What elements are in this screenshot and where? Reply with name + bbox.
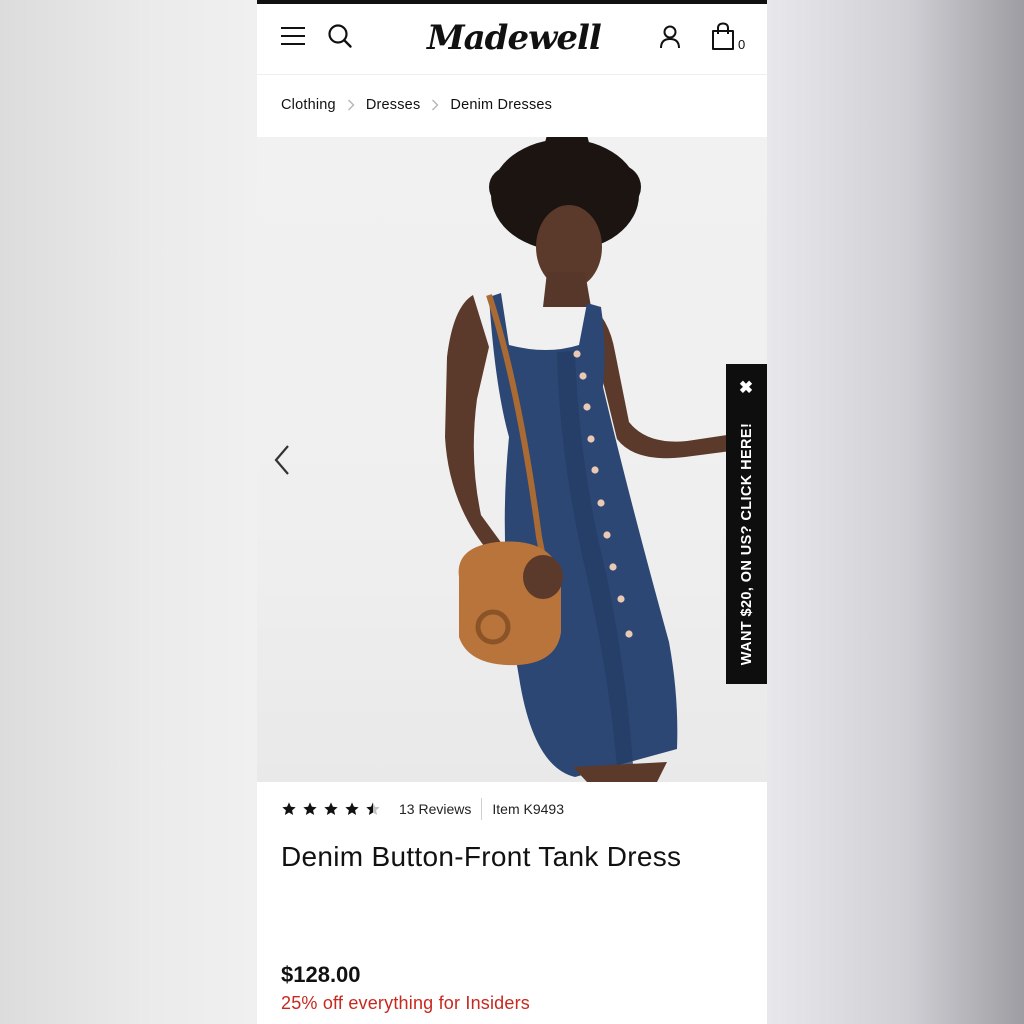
madewell-logo[interactable]: Madewell xyxy=(427,16,602,60)
account-icon[interactable] xyxy=(657,24,683,50)
star-icon xyxy=(345,802,359,815)
chevron-left-icon[interactable] xyxy=(269,440,295,480)
item-number: Item K9493 xyxy=(492,801,564,817)
search-icon[interactable] xyxy=(327,23,353,49)
product-price: $128.00 xyxy=(281,962,361,987)
phone-screen: Madewell 0 Clothing Dresses Denim Dresse… xyxy=(257,0,767,1024)
shopping-bag-icon[interactable] xyxy=(709,22,737,52)
star-icon xyxy=(324,802,338,815)
background-left xyxy=(0,0,257,1024)
close-icon[interactable]: ✖ xyxy=(736,378,756,398)
breadcrumb-item-clothing[interactable]: Clothing xyxy=(281,97,336,113)
insider-promo-text[interactable]: 25% off everything for Insiders xyxy=(281,993,530,1014)
product-photo xyxy=(445,137,731,782)
site-header: Madewell 0 xyxy=(257,4,767,75)
promo-tab[interactable]: ✖ WANT $20, ON US? CLICK HERE! xyxy=(726,364,767,684)
breadcrumb: Clothing Dresses Denim Dresses xyxy=(281,90,552,120)
chevron-right-icon xyxy=(431,99,439,111)
breadcrumb-item-dresses[interactable]: Dresses xyxy=(366,97,421,113)
chevron-right-icon xyxy=(347,99,355,111)
star-icon xyxy=(282,802,296,815)
star-icon xyxy=(303,802,317,815)
breadcrumb-item-denim-dresses[interactable]: Denim Dresses xyxy=(450,97,552,113)
product-image-carousel[interactable]: ✖ WANT $20, ON US? CLICK HERE! xyxy=(257,137,767,782)
product-title: Denim Button-Front Tank Dress xyxy=(281,841,682,872)
background-right xyxy=(767,0,1024,1024)
divider xyxy=(481,798,483,820)
bag-count-badge: 0 xyxy=(738,37,746,52)
reviews-link[interactable]: 13 Reviews xyxy=(399,801,471,817)
rating-stars[interactable] xyxy=(281,801,381,817)
half-star-icon xyxy=(366,802,380,815)
rating-row: 13 Reviews Item K9493 xyxy=(281,795,564,823)
menu-icon[interactable] xyxy=(281,26,305,46)
promo-tab-label[interactable]: WANT $20, ON US? CLICK HERE! xyxy=(737,409,757,679)
